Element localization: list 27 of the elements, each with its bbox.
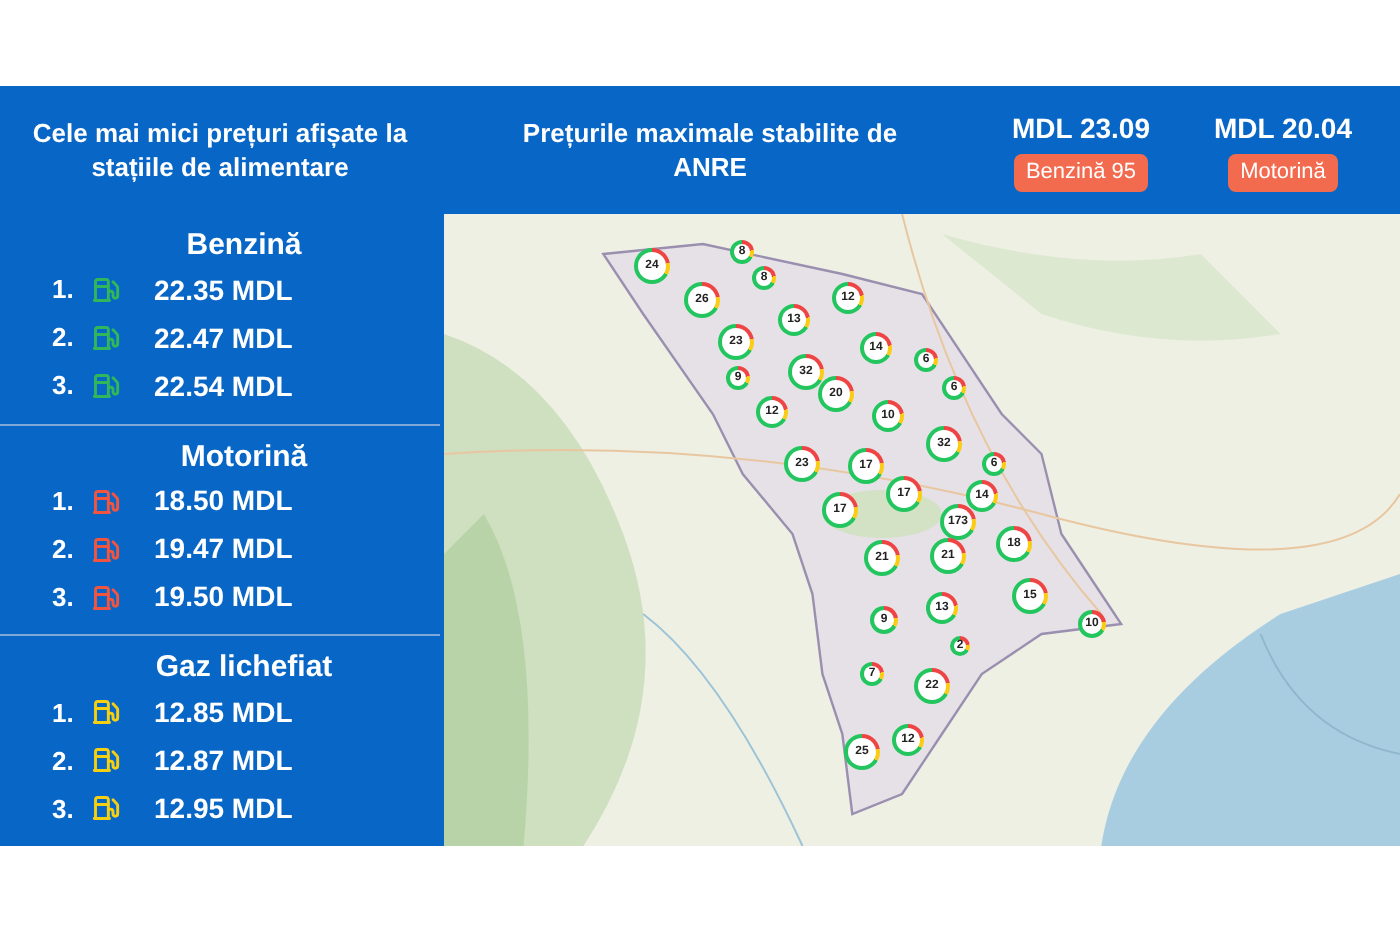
fuel-title: Benzină [184, 226, 304, 266]
lowest-prices-title: Cele mai mici prețuri afișate la stațiile de alimentare [30, 116, 410, 184]
rank: 3. [52, 368, 76, 405]
price: 19.50 MDL [154, 578, 293, 617]
price: 22.35 MDL [154, 271, 293, 309]
price: 22.54 MDL [154, 367, 293, 405]
rank: 1. [52, 695, 76, 732]
price: 22.47 MDL [154, 319, 293, 357]
fuel-title: Motorină [178, 437, 310, 478]
max-prices-title: Prețurile maximale stabilite de ANRE [520, 116, 900, 184]
price: 12.95 MDL [154, 789, 293, 828]
max-price: MDL 20.04 [1214, 110, 1352, 149]
fuel-label: Motorină [1228, 154, 1338, 192]
price: 12.87 MDL [154, 741, 293, 780]
price: 19.47 MDL [154, 530, 293, 569]
fuel-label: Benzină 95 [1013, 154, 1149, 192]
rank: 2. [52, 531, 76, 568]
price: 12.85 MDL [154, 693, 293, 732]
price: 18.50 MDL [154, 482, 293, 521]
fuel-title: Gaz lichefiat [153, 648, 335, 689]
rank: 3. [52, 579, 76, 616]
rank: 1. [52, 483, 76, 520]
rank: 3. [52, 791, 76, 828]
rank: 2. [52, 320, 76, 357]
rank: 2. [52, 743, 76, 780]
rank: 1. [52, 272, 76, 309]
max-price: MDL 23.09 [1012, 110, 1150, 149]
